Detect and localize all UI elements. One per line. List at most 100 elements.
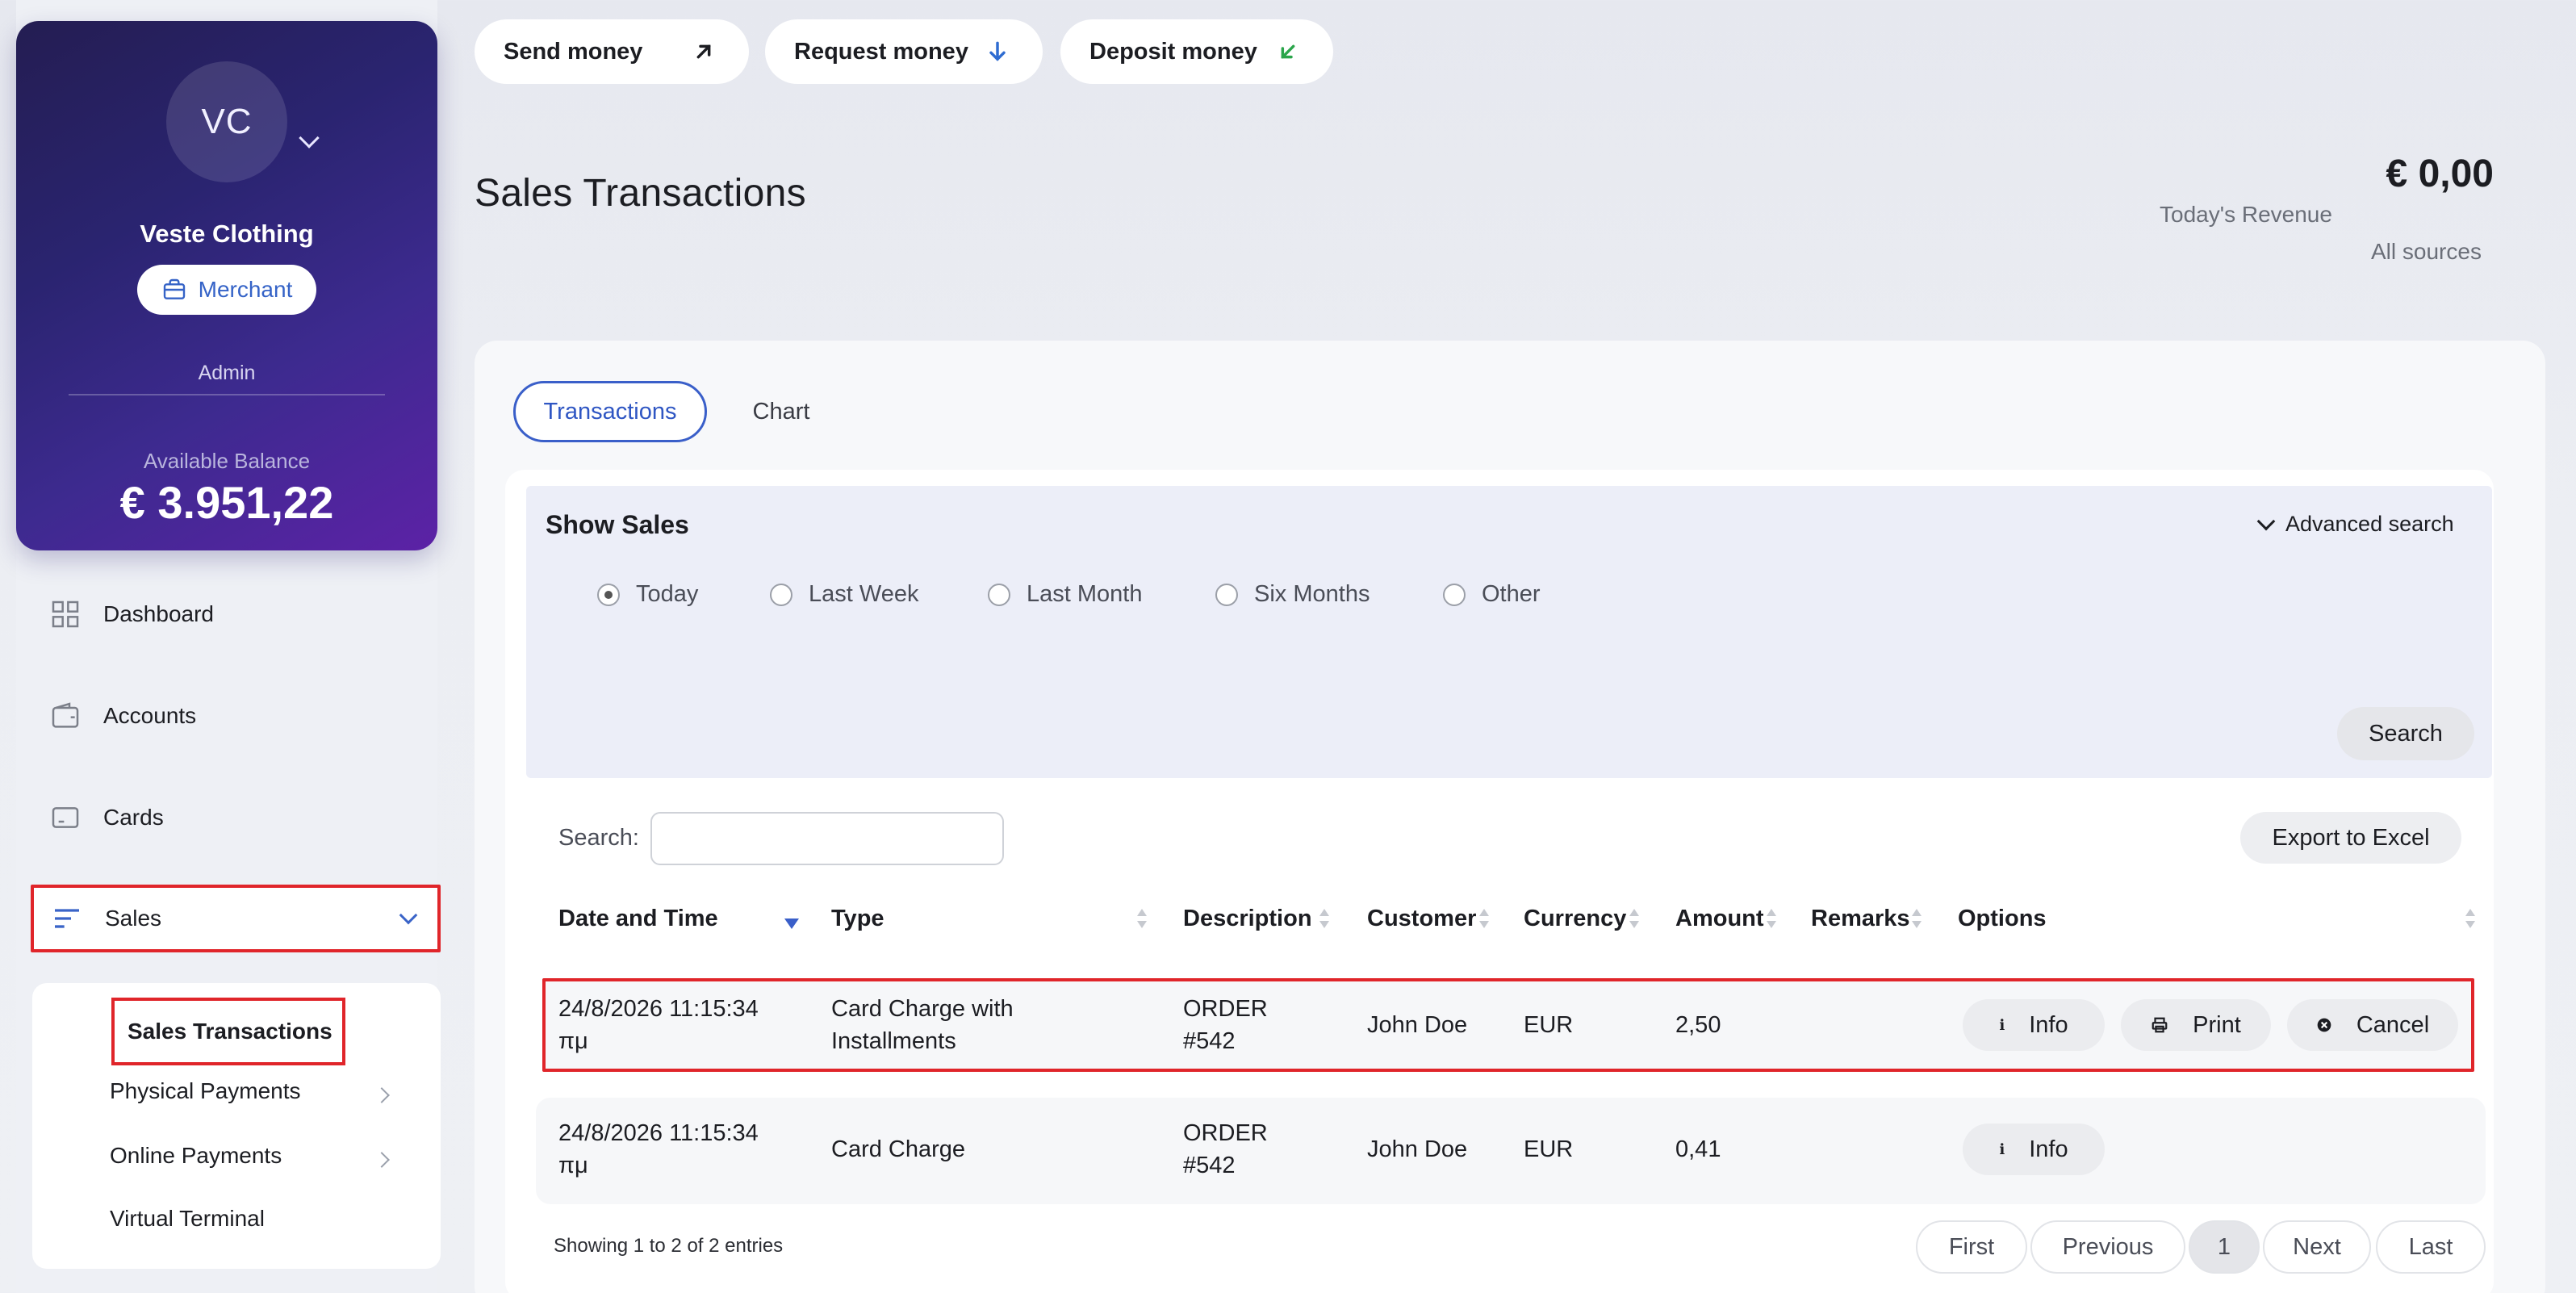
deposit-money-button[interactable]: Deposit money <box>1060 19 1333 84</box>
cell-date: 24/8/2026 11:15:34 πμ <box>558 1117 759 1182</box>
radio-label: Other <box>1482 581 1541 607</box>
radio-button[interactable] <box>1443 583 1466 606</box>
sort-icon[interactable] <box>1478 907 1490 931</box>
chevron-down-icon <box>399 906 418 925</box>
radio-other[interactable]: Other <box>1443 581 1541 608</box>
search-input[interactable] <box>650 812 1004 865</box>
radio-button[interactable] <box>1215 583 1238 606</box>
submenu-item-physical-payments[interactable]: Physical Payments <box>110 1078 301 1104</box>
tab-chart[interactable]: Chart <box>726 381 836 442</box>
chevron-down-icon[interactable] <box>299 128 320 149</box>
info-icon: ℹ <box>1999 1140 2005 1157</box>
radio-six-months[interactable]: Six Months <box>1215 581 1370 608</box>
cell-currency: EUR <box>1524 1012 1574 1038</box>
chevron-right-icon <box>374 1152 390 1168</box>
column-header-amount[interactable]: Amount <box>1675 906 1764 932</box>
revenue-amount: € 0,00 <box>2386 153 2494 195</box>
cancel-button[interactable]: Cancel <box>2287 999 2458 1051</box>
chevron-down-icon <box>2256 512 2276 530</box>
deposit-money-label: Deposit money <box>1089 38 1257 65</box>
cell-desc-line: ORDER <box>1183 996 1268 1022</box>
radio-button[interactable] <box>770 583 792 606</box>
cell-type-line: Installments <box>831 1028 956 1054</box>
sort-icon[interactable] <box>1136 907 1148 931</box>
divider <box>69 394 385 395</box>
column-header-currency[interactable]: Currency <box>1524 906 1626 932</box>
request-money-button[interactable]: Request money <box>765 19 1043 84</box>
cell-date-value: 24/8/2026 11:15:34 <box>558 996 759 1022</box>
printer-icon <box>2152 1017 2168 1033</box>
cell-date-ampm: πμ <box>558 1028 588 1054</box>
radio-last-week[interactable]: Last Week <box>770 581 918 608</box>
column-header-customer[interactable]: Customer <box>1367 906 1476 932</box>
profile-card: VC Veste Clothing Merchant Admin Availab… <box>16 21 437 550</box>
cell-type-line: Card Charge <box>831 1136 966 1162</box>
sort-icon[interactable] <box>2465 907 2476 931</box>
grid-icon <box>48 597 82 631</box>
tab-transactions[interactable]: Transactions <box>513 381 707 442</box>
search-button[interactable]: Search <box>2337 707 2474 760</box>
request-money-label: Request money <box>794 38 968 65</box>
cell-desc-line: #542 <box>1183 1028 1236 1054</box>
print-button[interactable]: Print <box>2121 999 2271 1051</box>
pagination-page-1[interactable]: 1 <box>2189 1220 2260 1274</box>
cancel-label: Cancel <box>2356 1011 2430 1038</box>
submenu-item-sales-transactions[interactable]: Sales Transactions <box>111 998 345 1065</box>
radio-today[interactable]: Today <box>597 581 698 608</box>
sidebar-item-accounts[interactable]: Accounts <box>32 686 426 746</box>
entries-summary: Showing 1 to 2 of 2 entries <box>554 1235 784 1257</box>
radio-button[interactable] <box>597 583 620 606</box>
sidebar-item-cards[interactable]: Cards <box>32 788 426 847</box>
column-header-remarks[interactable]: Remarks <box>1811 906 1910 932</box>
send-money-button[interactable]: Send money <box>475 19 749 84</box>
submenu-item-virtual-terminal[interactable]: Virtual Terminal <box>110 1206 265 1232</box>
cell-amount: 0,41 <box>1675 1136 1721 1162</box>
table-row[interactable] <box>536 1098 2486 1204</box>
arrow-down-icon <box>989 41 1006 61</box>
pagination-first[interactable]: First <box>1916 1220 2027 1274</box>
advanced-search-toggle[interactable]: Advanced search <box>2256 512 2454 537</box>
sort-icon[interactable] <box>1319 907 1330 931</box>
revenue-sources: All sources <box>2371 239 2482 264</box>
sales-submenu: Sales Transactions Physical Payments Onl… <box>32 983 441 1269</box>
balance-value: € 3.951,22 <box>119 477 334 528</box>
merchant-badge[interactable]: Merchant <box>137 265 316 315</box>
column-header-description[interactable]: Description <box>1183 906 1312 932</box>
column-header-type[interactable]: Type <box>831 906 884 932</box>
pagination-next[interactable]: Next <box>2263 1220 2371 1274</box>
radio-label: Last Week <box>809 581 919 607</box>
sort-icon[interactable] <box>1766 907 1777 931</box>
sidebar-item-dashboard[interactable]: Dashboard <box>32 584 426 644</box>
wallet-icon <box>48 699 82 733</box>
radio-label: Last Month <box>1027 581 1143 607</box>
cell-amount: 2,50 <box>1675 1012 1721 1038</box>
pagination-previous[interactable]: Previous <box>2030 1220 2185 1274</box>
info-icon: ℹ <box>1999 1016 2005 1033</box>
submenu-item-online-payments[interactable]: Online Payments <box>110 1143 282 1169</box>
sidebar-item-sales[interactable]: Sales <box>31 885 441 952</box>
search-label: Search: <box>558 825 639 851</box>
info-button[interactable]: ℹ Info <box>1963 999 2105 1051</box>
cell-type-line: Card Charge with <box>831 996 1014 1022</box>
pagination-last[interactable]: Last <box>2376 1220 2486 1274</box>
company-name: Veste Clothing <box>140 220 314 248</box>
sort-desc-icon[interactable] <box>784 918 799 929</box>
sales-lines-icon <box>50 902 84 935</box>
column-header-date[interactable]: Date and Time <box>558 906 718 932</box>
cell-description: ORDER #542 <box>1183 1117 1268 1182</box>
radio-button[interactable] <box>988 583 1010 606</box>
chevron-right-icon <box>374 1087 390 1103</box>
cell-type: Card Charge with Installments <box>831 993 1014 1057</box>
merchant-label: Merchant <box>198 277 293 302</box>
info-label: Info <box>2029 1011 2068 1038</box>
revenue-label: Today's Revenue <box>2160 202 2332 227</box>
avatar[interactable]: VC <box>166 61 287 182</box>
arrow-up-right-icon <box>696 44 711 59</box>
export-excel-button[interactable]: Export to Excel <box>2240 812 2461 864</box>
sidebar: VC Veste Clothing Merchant Admin Availab… <box>16 0 441 1293</box>
info-button[interactable]: ℹ Info <box>1963 1124 2105 1175</box>
sort-icon[interactable] <box>1911 907 1922 931</box>
radio-last-month[interactable]: Last Month <box>988 581 1142 608</box>
sort-icon[interactable] <box>1629 907 1640 931</box>
filter-box <box>526 486 2492 778</box>
